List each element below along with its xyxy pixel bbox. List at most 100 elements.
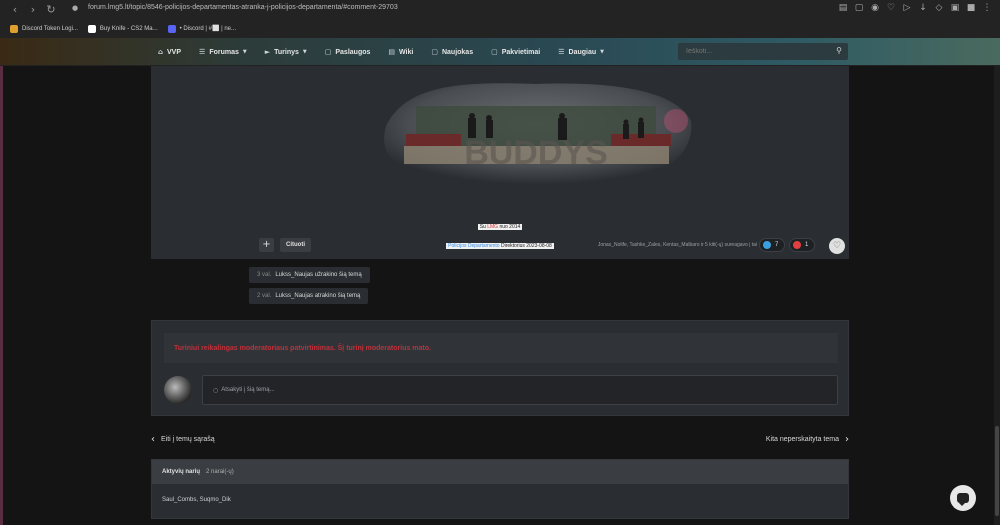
reactions-summary[interactable]: Jonas_Nolife, Tashke_Zales, Kentas_Malba… bbox=[598, 242, 757, 248]
nav-label: VVP bbox=[167, 48, 182, 56]
reader-icon[interactable]: ▤ bbox=[838, 3, 848, 14]
url-field[interactable]: forum.lmg5.lt/topic/8546-policijos-depar… bbox=[88, 4, 398, 11]
signature-line-1: Su LMG nuo 2014 bbox=[151, 224, 849, 230]
cube-icon[interactable]: ◇ bbox=[934, 3, 944, 14]
chevron-down-icon: ▼ bbox=[302, 49, 307, 55]
address-bar-row: ‹ › ↻ ● forum.lmg5.lt/topic/8546-policij… bbox=[0, 0, 1000, 19]
search-icon[interactable]: ⚲ bbox=[836, 46, 842, 55]
moderation-notice: Turiniui reikalingas moderatoriaus patvi… bbox=[164, 333, 838, 363]
chevron-down-icon: ▼ bbox=[242, 49, 247, 55]
love-icon bbox=[793, 241, 801, 249]
bookmark-item[interactable]: Discord Token Logi... bbox=[10, 24, 78, 33]
pager-label: Eiti į temų sąrašą bbox=[161, 436, 215, 443]
multiquote-button[interactable]: + bbox=[259, 238, 274, 252]
avatar[interactable] bbox=[164, 376, 192, 404]
extensions-icon[interactable]: ■ bbox=[966, 3, 976, 14]
browser-chrome: ‹ › ↻ ● forum.lmg5.lt/topic/8546-policij… bbox=[0, 0, 1000, 38]
chat-button[interactable] bbox=[950, 485, 976, 511]
bookmark-item[interactable]: Buy Knife - CS2 Ma... bbox=[87, 24, 158, 33]
nav-item-vvp[interactable]: ⌂ VVP bbox=[158, 48, 181, 56]
bookmark-icon bbox=[87, 24, 96, 33]
reply-section: Turiniui reikalingas moderatoriaus patvi… bbox=[151, 320, 849, 416]
bookmark-label: Buy Knife - CS2 Ma... bbox=[99, 25, 158, 32]
megaphone-icon: ► bbox=[264, 48, 271, 56]
send-icon[interactable]: ▷ bbox=[902, 3, 912, 14]
reaction-count: 1 bbox=[805, 242, 809, 248]
quote-button[interactable]: Cituoti bbox=[280, 238, 311, 252]
reload-icon[interactable]: ↻ bbox=[44, 3, 58, 17]
active-members-header: Aktyvių narių 2 narai(-ų) bbox=[152, 460, 848, 484]
nav-item-turinys[interactable]: ► Turinys ▼ bbox=[265, 48, 307, 56]
menu-icon[interactable]: ⋮ bbox=[982, 3, 992, 14]
bookmark-item[interactable]: • Discord | #⬜ | ne... bbox=[167, 24, 236, 33]
lock-icon: ● bbox=[72, 4, 79, 12]
scrollbar[interactable] bbox=[994, 66, 1000, 525]
post-actions: + Cituoti bbox=[259, 238, 311, 252]
sig-text: nuo 2014 bbox=[499, 224, 521, 230]
active-members-box: Aktyvių narių 2 narai(-ų) Saul_Combs, Su… bbox=[151, 459, 849, 519]
log-text: Lukss_Naujas atrakino šią temą bbox=[275, 293, 361, 299]
wallet-icon[interactable]: ▣ bbox=[950, 3, 960, 14]
forum-post: BUDDYS Su LMG nuo 2014 Policijos Departa… bbox=[151, 66, 849, 259]
bookmarks-bar: Discord Token Logi... Buy Knife - CS2 Ma… bbox=[0, 19, 1000, 38]
pager-label: Kita neperskaityta tema bbox=[765, 436, 839, 443]
forward-icon[interactable]: › bbox=[26, 3, 40, 17]
back-icon[interactable]: ‹ bbox=[8, 3, 22, 17]
chevron-down-icon: ▼ bbox=[600, 49, 605, 55]
forum-page: ⌂ VVP ☰ Forumas ▼ ► Turinys ▼ ▢ Paslaugos ▤ Wik… bbox=[0, 38, 1000, 525]
nav-label: Paslaugos bbox=[335, 48, 371, 56]
reaction-love[interactable]: 1 bbox=[789, 238, 815, 252]
tab-icon[interactable]: ▢ bbox=[854, 3, 864, 14]
menu-icon: ☰ bbox=[558, 48, 565, 56]
search-input[interactable] bbox=[686, 48, 826, 55]
nav-item-pakvietimai[interactable]: ▢ Pakvietimai bbox=[491, 48, 540, 56]
chat-icon bbox=[957, 493, 969, 506]
nav-item-paslaugos[interactable]: ▢ Paslaugos bbox=[325, 48, 371, 56]
bookmark-label: • Discord | #⬜ | ne... bbox=[179, 26, 236, 32]
react-heart-button[interactable]: ♡ bbox=[829, 238, 845, 254]
camera-icon[interactable]: ◉ bbox=[870, 3, 880, 14]
nav-item-wiki[interactable]: ▤ Wiki bbox=[388, 48, 413, 56]
nav-items: ⌂ VVP ☰ Forumas ▼ ► Turinys ▼ ▢ Paslaugos ▤ Wik… bbox=[158, 38, 604, 66]
next-unread-link[interactable]: Kita neperskaityta tema › bbox=[766, 434, 849, 445]
document-icon: ▢ bbox=[324, 48, 332, 56]
download-icon[interactable]: ↓ bbox=[918, 3, 928, 14]
reply-placeholder: Atsakyti į šią temą... bbox=[221, 387, 275, 393]
sig-text: Su bbox=[479, 224, 486, 230]
log-time: 2 val. bbox=[257, 293, 272, 299]
moderation-log-item: 2 val. Lukss_Naujas atrakino šią temą bbox=[249, 288, 369, 304]
extension-icons: ▤ ▢ ◉ ♡ ▷ ↓ ◇ ▣ ■ ⋮ bbox=[838, 3, 992, 14]
back-to-list-link[interactable]: ‹ Eiti į temų sąrašą bbox=[151, 434, 215, 445]
nav-label: Daugiau bbox=[568, 48, 597, 56]
sig-role: Policijos Departamento bbox=[448, 243, 500, 249]
document-icon: ▢ bbox=[431, 48, 438, 56]
page-edge-accent bbox=[0, 66, 3, 525]
document-icon: ▢ bbox=[491, 48, 498, 56]
chevron-left-icon: ‹ bbox=[151, 434, 155, 445]
book-icon: ▤ bbox=[388, 48, 396, 56]
active-members-list[interactable]: Saul_Combs, Suqmo_Dik bbox=[152, 484, 848, 516]
comment-icon: ○ bbox=[213, 386, 219, 394]
nav-item-naujokas[interactable]: ▢ Naujokas bbox=[431, 48, 473, 56]
active-title: Aktyvių narių bbox=[162, 469, 201, 475]
moderation-log-item: 3 val. Lukss_Naujas užrakino šią temą bbox=[249, 267, 370, 283]
sig-text: Direktorius 2023-08-08 bbox=[500, 243, 552, 249]
discord-icon bbox=[167, 24, 176, 33]
home-icon: ⌂ bbox=[158, 48, 164, 56]
nav-label: Pakvietimai bbox=[501, 48, 541, 56]
heart-icon[interactable]: ♡ bbox=[886, 3, 896, 14]
scrollbar-thumb[interactable] bbox=[995, 426, 999, 516]
bookmark-icon bbox=[10, 24, 18, 33]
chevron-right-icon: › bbox=[845, 434, 849, 445]
log-text: Lukss_Naujas užrakino šią temą bbox=[275, 272, 362, 278]
reaction-like[interactable]: 7 bbox=[759, 238, 785, 252]
active-count: 2 narai(-ų) bbox=[206, 469, 234, 475]
nav-item-daugiau[interactable]: ☰ Daugiau ▼ bbox=[558, 48, 604, 56]
topic-pager: ‹ Eiti į temų sąrašą Kita neperskaityta … bbox=[151, 434, 849, 448]
reply-input[interactable]: ○ Atsakyti į šią temą... bbox=[202, 375, 838, 405]
search-box[interactable]: ⚲ bbox=[678, 43, 848, 60]
nav-label: Wiki bbox=[399, 48, 414, 56]
nav-item-forumas[interactable]: ☰ Forumas ▼ bbox=[199, 48, 247, 56]
nav-label: Naujokas bbox=[441, 48, 474, 56]
signature-banner-image: BUDDYS bbox=[384, 83, 692, 185]
